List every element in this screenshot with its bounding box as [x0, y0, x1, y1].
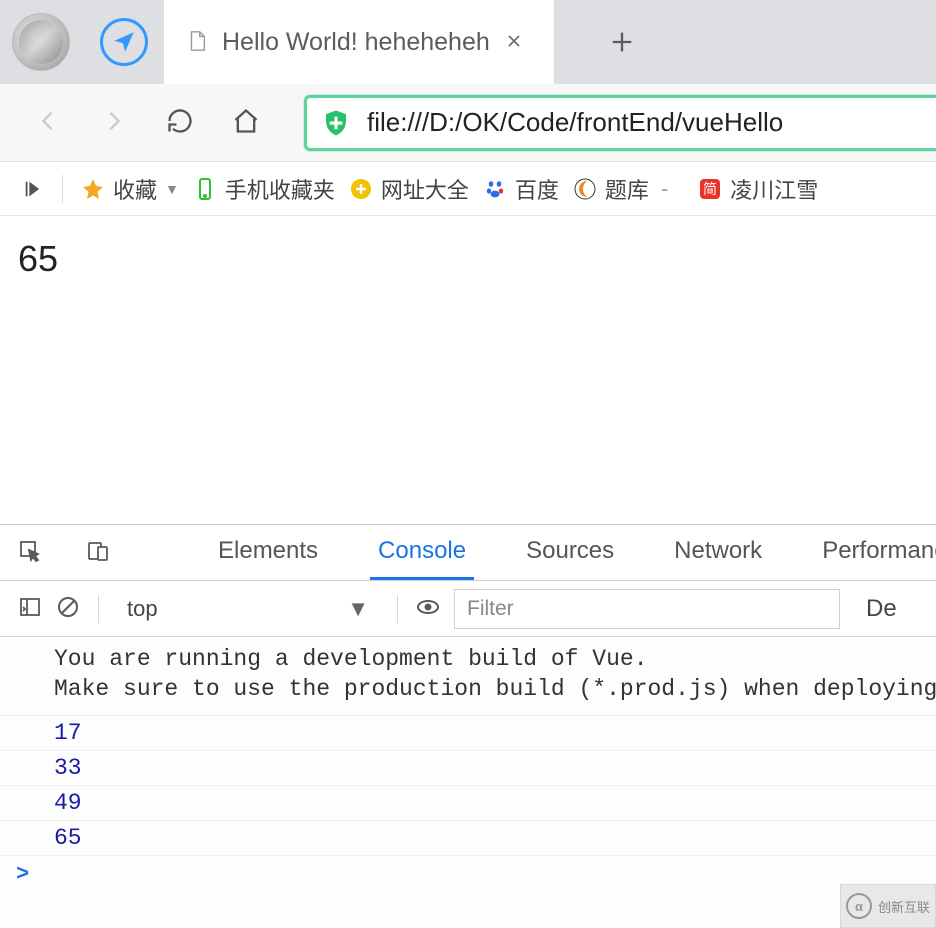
page-content: 65 — [0, 216, 936, 524]
clear-console-button[interactable] — [56, 595, 80, 622]
console-log: 49 — [0, 786, 936, 821]
tab-title: Hello World! heheheheh — [222, 28, 490, 57]
device-toggle-button[interactable] — [86, 539, 110, 566]
console-warning: You are running a development build of V… — [0, 637, 936, 716]
filter-placeholder: Filter — [467, 597, 514, 621]
console-sidebar-toggle-button[interactable] — [18, 595, 42, 622]
chevron-down-icon: ▼ — [165, 181, 179, 197]
console-log: 33 — [0, 751, 936, 786]
home-button[interactable] — [232, 107, 260, 138]
close-tab-button[interactable] — [504, 31, 524, 54]
console-prompt[interactable]: > — [0, 856, 936, 893]
levels-label-truncated[interactable]: De — [866, 595, 897, 623]
tab-elements[interactable]: Elements — [210, 525, 326, 580]
bookmark-directory[interactable]: 网址大全 — [349, 173, 469, 205]
console-toolbar: top ▼ Filter De — [0, 581, 936, 637]
context-selector[interactable]: top ▼ — [117, 591, 379, 627]
crescent-icon — [573, 177, 597, 201]
warn-line: You are running a development build of V… — [54, 646, 648, 672]
console-log: 65 — [0, 821, 936, 856]
svg-text:简: 简 — [703, 181, 717, 197]
user-avatar[interactable] — [12, 13, 70, 71]
tab-performance[interactable]: Performance — [814, 525, 936, 580]
tab-network[interactable]: Network — [666, 525, 770, 580]
browser-tab-active[interactable]: Hello World! heheheheh — [164, 0, 554, 84]
url-text: file:///D:/OK/Code/frontEnd/vueHello — [367, 107, 783, 138]
chevron-down-icon: ▼ — [347, 596, 369, 622]
tab-sources[interactable]: Sources — [518, 525, 622, 580]
watermark-icon: α — [846, 893, 872, 919]
speed-mode-button[interactable] — [100, 18, 148, 66]
warn-line: Make sure to use the production build (*… — [54, 676, 936, 702]
reload-button[interactable] — [166, 107, 194, 138]
watermark-label: 创新互联 — [878, 897, 930, 916]
divider — [62, 175, 63, 203]
phone-icon — [193, 177, 217, 201]
page-icon — [186, 28, 208, 57]
new-tab-button[interactable] — [602, 22, 642, 62]
jian-icon: 简 — [698, 177, 722, 201]
tab-console[interactable]: Console — [370, 525, 474, 580]
star-icon — [81, 177, 105, 201]
bookmark-label: 百度 — [515, 173, 559, 205]
sidebar-toggle-button[interactable] — [22, 178, 44, 200]
watermark: α 创新互联 — [840, 884, 936, 928]
bookmark-label: 凌川江雪 — [730, 173, 818, 205]
browser-navbar: file:///D:/OK/Code/frontEnd/vueHello — [0, 84, 936, 162]
filter-input[interactable]: Filter — [454, 589, 840, 629]
bookmark-label: 网址大全 — [381, 173, 469, 205]
devtools-panel: Elements Console Sources Network Perform… — [0, 524, 936, 928]
baidu-icon — [483, 177, 507, 201]
back-button[interactable] — [34, 107, 62, 138]
inspect-element-button[interactable] — [18, 539, 42, 566]
security-shield-icon — [321, 108, 351, 138]
globe-plus-icon — [349, 177, 373, 201]
bookmark-favorites[interactable]: 收藏 ▼ — [81, 173, 179, 205]
bookmark-baidu[interactable]: 百度 — [483, 173, 559, 205]
separator: - — [661, 176, 668, 202]
console-output: You are running a development build of V… — [0, 637, 936, 928]
bookmark-label: 题库 — [605, 173, 649, 205]
context-label: top — [127, 596, 158, 622]
page-output-value: 65 — [18, 238, 918, 280]
url-bar[interactable]: file:///D:/OK/Code/frontEnd/vueHello — [304, 95, 936, 151]
bookmark-tiku[interactable]: 题库 - — [573, 173, 672, 205]
bookmarks-bar: 收藏 ▼ 手机收藏夹 网址大全 百度 题库 - 简 凌川江雪 — [0, 162, 936, 216]
paper-plane-icon — [111, 29, 137, 55]
divider — [397, 595, 398, 623]
live-expression-button[interactable] — [416, 595, 440, 622]
divider — [98, 595, 99, 623]
bookmark-mobile[interactable]: 手机收藏夹 — [193, 173, 335, 205]
bookmark-lingchuan[interactable]: 简 凌川江雪 — [698, 173, 818, 205]
console-log: 17 — [0, 716, 936, 751]
forward-button[interactable] — [100, 107, 128, 138]
browser-titlebar: Hello World! heheheheh — [0, 0, 936, 84]
bookmark-label: 手机收藏夹 — [225, 173, 335, 205]
bookmark-label: 收藏 — [113, 173, 157, 205]
devtools-tabbar: Elements Console Sources Network Perform… — [0, 525, 936, 581]
